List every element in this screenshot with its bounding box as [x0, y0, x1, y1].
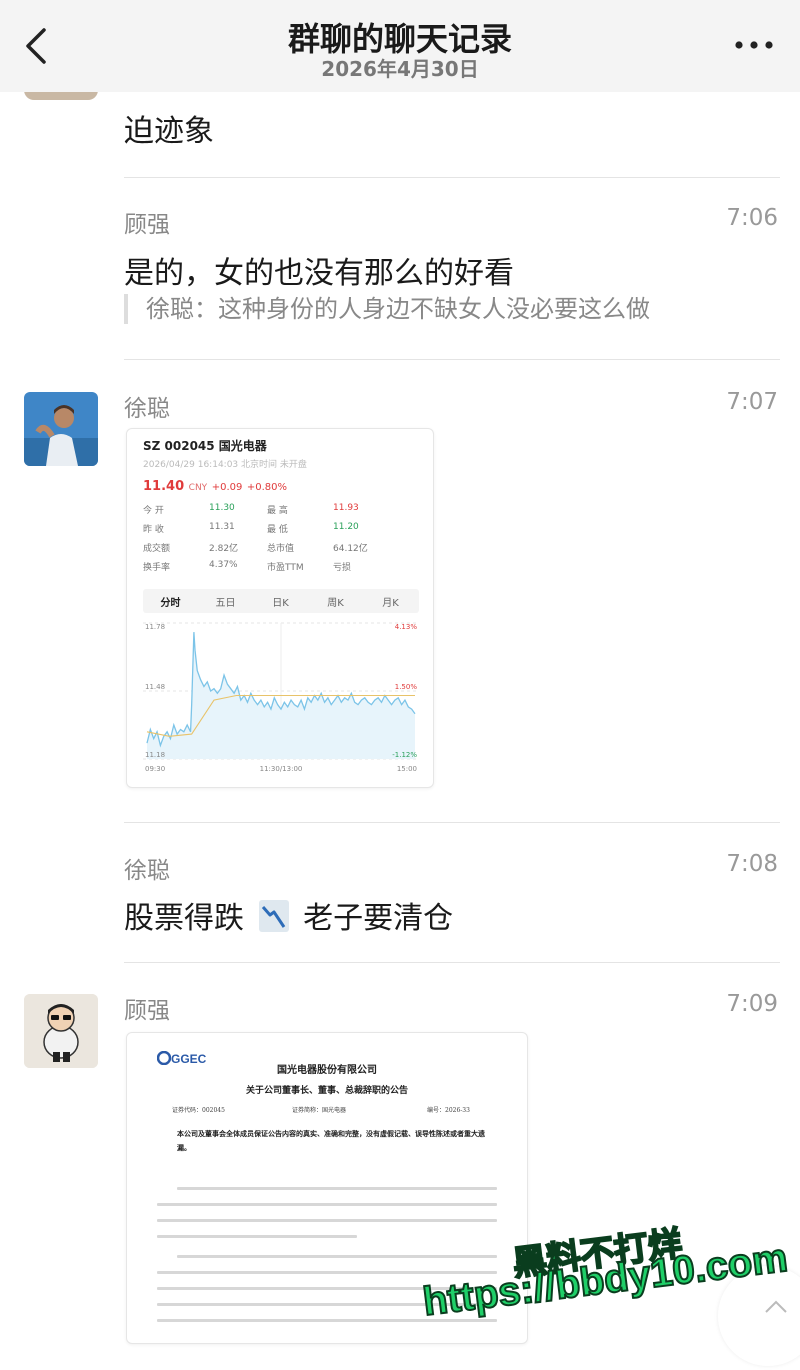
doc-title: 关于公司董事长、董事、总裁辞职的公告	[245, 1086, 408, 1096]
message-time: 7:09	[726, 991, 778, 1017]
stat-label: 成交额	[143, 544, 171, 554]
y-tick-label: 11.18	[145, 751, 165, 759]
quoted-message[interactable]: 徐聪：这种身份的人身边不缺女人没必要这么做	[124, 294, 650, 324]
message-sender: 顾强	[124, 998, 170, 1024]
message-text: 迫迹象	[124, 114, 214, 149]
stat-value: 11.93	[333, 503, 359, 513]
y-tick-label: 1.50%	[395, 683, 418, 691]
stock-stat-row: 昨 收 11.31 最 低 11.20	[143, 522, 423, 538]
doc-meta: 证券简称：国光电器	[292, 1107, 347, 1114]
message-text-part: 股票得跌	[124, 901, 244, 936]
chat-date: 2026年4月30日	[321, 57, 479, 81]
stat-value: 11.31	[209, 522, 235, 532]
doc-text-line	[157, 1219, 497, 1222]
more-options-icon[interactable]	[734, 38, 774, 52]
stock-price: 11.40	[143, 479, 185, 494]
y-tick-label: 11.78	[145, 623, 165, 631]
stat-label: 总市值	[267, 544, 295, 554]
avatar[interactable]	[24, 994, 98, 1068]
y-tick-label: -1.12%	[392, 751, 417, 759]
avatar[interactable]	[24, 392, 98, 466]
doc-text-line	[157, 1203, 497, 1206]
divider	[124, 822, 780, 823]
doc-company: 国光电器股份有限公司	[277, 1065, 377, 1076]
doc-text-line	[157, 1271, 497, 1274]
stock-stat-row: 换手率 4.37% 市盈TTM 亏损	[143, 560, 423, 576]
stat-label: 昨 收	[143, 525, 164, 535]
stock-stat-row: 今 开 11.30 最 高 11.93	[143, 503, 423, 519]
message-text: 是的，女的也没有那么的好看	[124, 256, 514, 291]
message-sender: 徐聪	[124, 396, 170, 422]
doc-text-line	[157, 1235, 357, 1238]
stat-label: 最 高	[267, 506, 288, 516]
x-tick-label: 09:30	[145, 765, 165, 773]
message-time: 7:07	[726, 389, 778, 415]
divider	[124, 962, 780, 963]
y-tick-label: 11.48	[145, 683, 165, 691]
stock-change: +0.09	[211, 482, 243, 493]
message-time: 7:06	[726, 205, 778, 231]
avatar-cartoon	[24, 994, 98, 1068]
stock-change-pct: +0.80%	[246, 482, 288, 493]
stock-code-name: SZ 002045 国光电器	[143, 439, 267, 453]
x-tick-label: 11:30/13:00	[260, 765, 303, 773]
y-tick-label: 4.13%	[395, 623, 418, 631]
stat-value: 64.12亿	[333, 544, 368, 554]
stat-value: 亏损	[333, 563, 352, 573]
chart-decreasing-icon	[258, 900, 289, 932]
message-time: 7:08	[726, 851, 778, 877]
message-text: 股票得跌 老子要清仓	[124, 893, 453, 937]
stat-value: 11.20	[333, 522, 359, 532]
stat-label: 市盈TTM	[267, 563, 304, 573]
avatar-photo	[24, 392, 98, 466]
intraday-chart: 11.78 11.48 11.18 4.13% 1.50% -1.12% 09:30 11:3…	[143, 622, 419, 773]
tab-daily-k[interactable]: 日K	[253, 594, 308, 609]
tab-monthly-k[interactable]: 月K	[363, 594, 418, 609]
doc-meta: 证券代码：002045	[172, 1107, 225, 1114]
stock-stat-row: 成交额 2.82亿 总市值 64.12亿	[143, 541, 423, 557]
doc-meta: 编号：2026-33	[427, 1107, 470, 1114]
chat-header: 群聊的聊天记录 2026年4月30日	[0, 0, 800, 92]
divider	[124, 359, 780, 360]
tab-intraday[interactable]: 分时	[143, 594, 198, 609]
stat-label: 今 开	[143, 506, 164, 516]
chart-period-tabs: 分时 五日 日K 周K 月K	[143, 589, 419, 613]
divider	[124, 177, 780, 178]
stock-timestamp: 2026/04/29 16:14:03 北京时间 未开盘	[143, 460, 307, 470]
doc-bold-statement: 本公司及董事会全体成员保证公告内容的真实、准确和完整，没有虚假记载、误导性陈述或…	[177, 1129, 485, 1152]
stat-value: 2.82亿	[209, 544, 239, 554]
message-sender: 徐聪	[124, 858, 170, 884]
stat-value: 4.37%	[209, 560, 238, 570]
stat-label: 最 低	[267, 525, 288, 535]
stock-quote-image[interactable]: SZ 002045 国光电器 2026/04/29 16:14:03 北京时间 …	[126, 428, 434, 788]
doc-text-line	[177, 1187, 497, 1190]
tab-five-day[interactable]: 五日	[198, 594, 253, 609]
doc-text-line	[177, 1255, 497, 1258]
stock-price-line: 11.40 CNY +0.09 +0.80%	[143, 479, 287, 494]
stat-label: 换手率	[143, 563, 171, 573]
message-sender: 顾强	[124, 212, 170, 238]
x-tick-label: 15:00	[397, 765, 417, 773]
stock-currency: CNY	[188, 483, 208, 493]
tab-weekly-k[interactable]: 周K	[308, 594, 363, 609]
stat-value: 11.30	[209, 503, 235, 513]
message-text-part: 老子要清仓	[303, 901, 454, 936]
